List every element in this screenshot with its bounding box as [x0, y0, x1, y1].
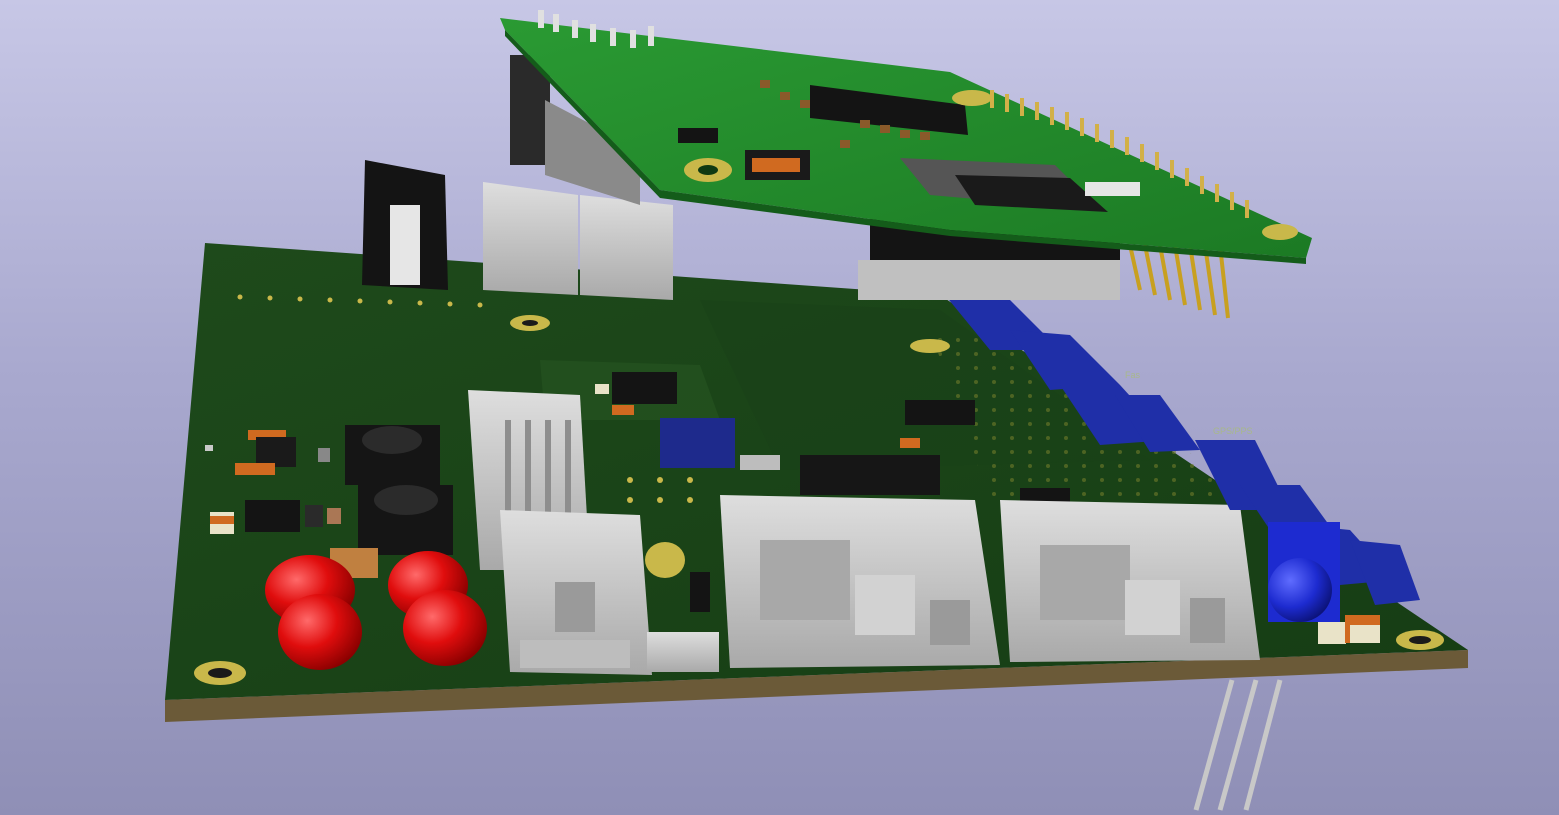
inductor-1[interactable]	[345, 425, 440, 485]
mcu-chip	[800, 455, 940, 495]
gray-rj-2[interactable]	[580, 195, 673, 300]
3d-viewport[interactable]: Fas GPS/PPS	[0, 0, 1559, 815]
led-blue[interactable]	[1268, 522, 1340, 622]
white-connector-2[interactable]	[1000, 500, 1260, 662]
gray-rj-1[interactable]	[483, 182, 578, 295]
power-jack[interactable]	[362, 160, 448, 290]
ic-chip	[905, 400, 975, 425]
ic-chip	[612, 372, 677, 404]
push-button[interactable]	[647, 632, 719, 672]
box-header-2[interactable]	[500, 510, 652, 675]
silk-label: GPS/PPS	[1213, 426, 1253, 436]
jumper-center[interactable]	[660, 418, 735, 468]
silk-label: Fas	[1125, 370, 1141, 380]
pcb-3d-render: Fas GPS/PPS	[165, 10, 1468, 811]
inductor-2[interactable]	[358, 485, 453, 555]
led-leads	[1193, 679, 1283, 811]
ic-chip	[245, 500, 300, 532]
white-connector-1[interactable]	[720, 495, 1000, 668]
